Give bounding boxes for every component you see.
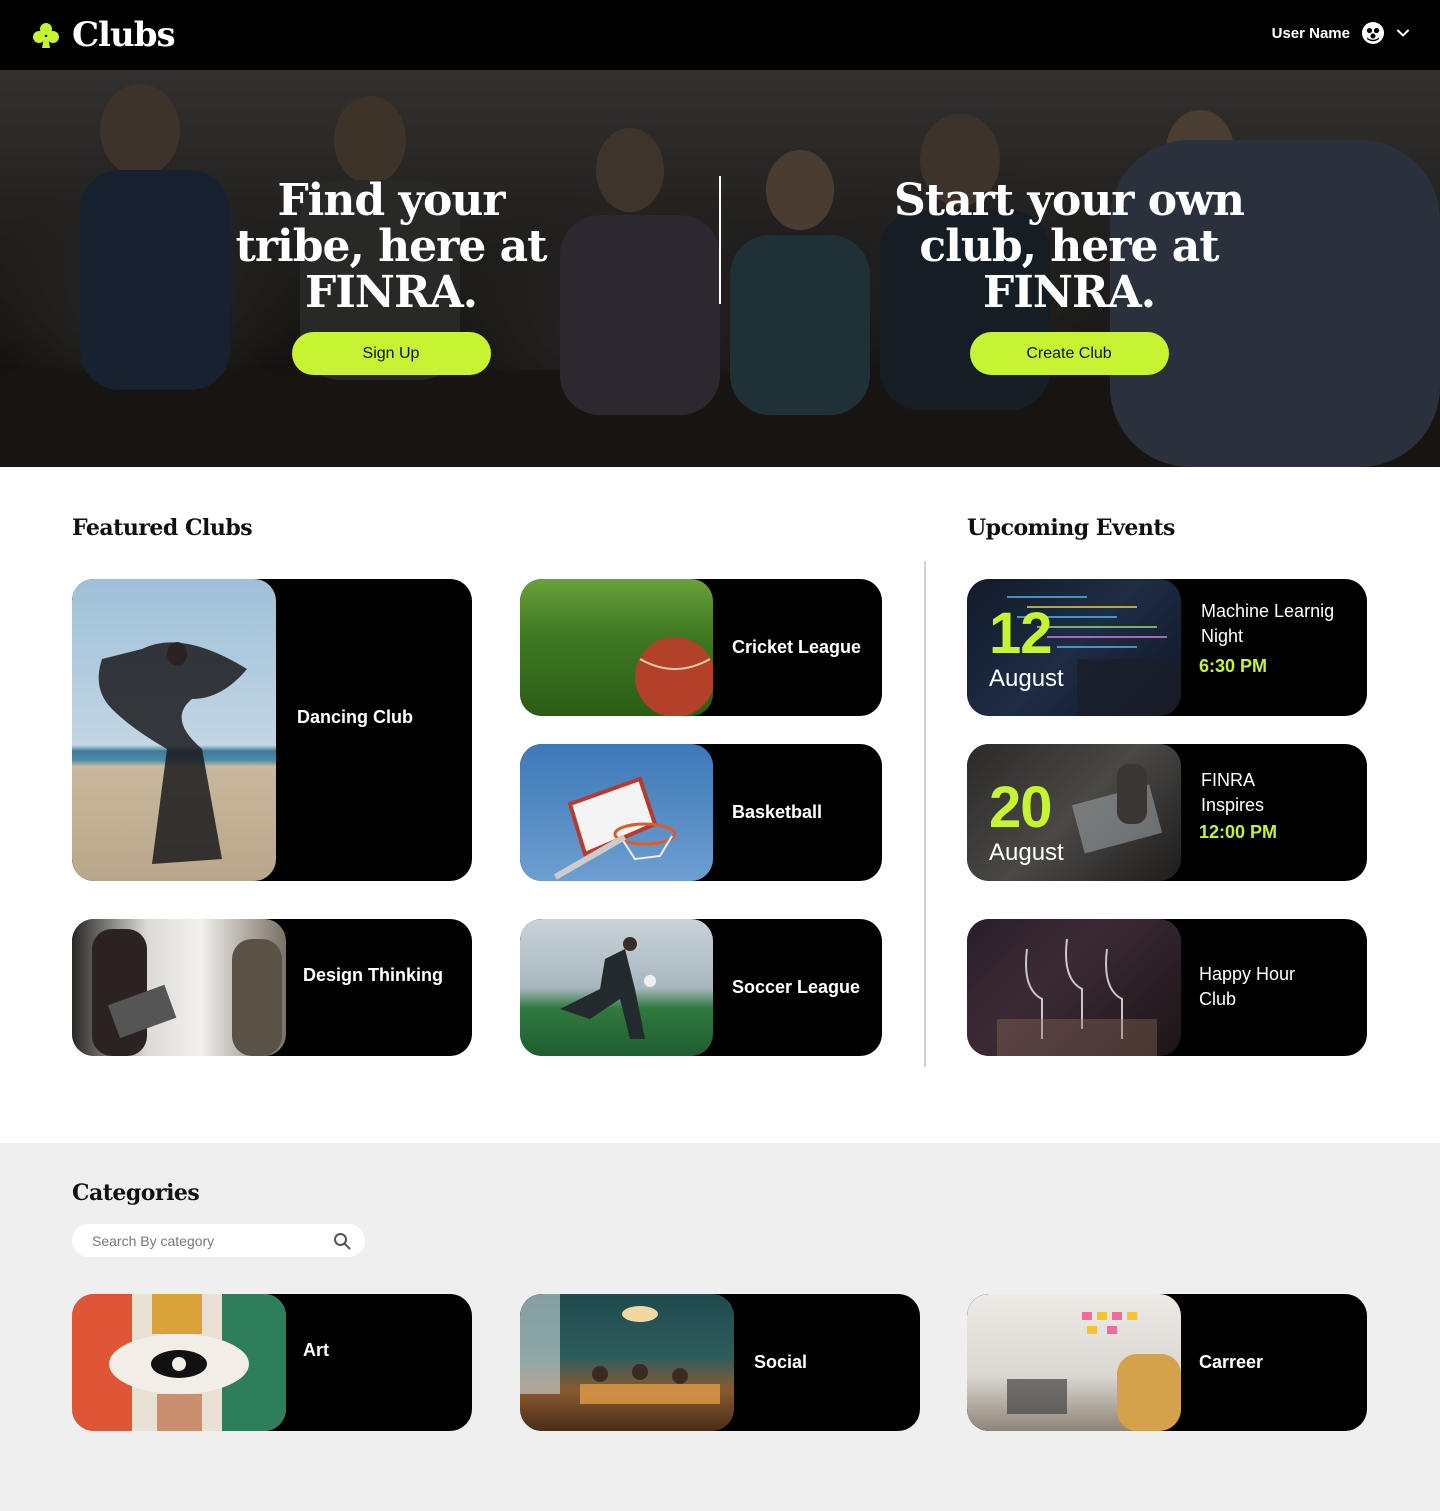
hero-join: Find your tribe, here at FINRA. Sign Up xyxy=(160,178,622,375)
event-name: Happy Hour Club xyxy=(1199,964,1296,1009)
event-image xyxy=(967,919,1181,1056)
search-icon[interactable] xyxy=(333,1232,351,1250)
event-name: Machine Learnig Night xyxy=(1201,601,1335,646)
club-name: Dancing Club xyxy=(297,707,413,727)
category-image xyxy=(72,1294,286,1431)
club-image xyxy=(520,579,713,716)
category-card-career[interactable]: Carreer xyxy=(967,1294,1367,1431)
hero-divider xyxy=(719,176,721,304)
category-image xyxy=(967,1294,1181,1431)
club-icon xyxy=(33,23,59,48)
event-card[interactable]: 12 August Machine Learnig Night 6:30 PM xyxy=(967,579,1367,716)
category-name: Carreer xyxy=(1199,1352,1264,1372)
section-divider xyxy=(924,561,926,1067)
cricket-ball xyxy=(635,637,713,716)
club-image xyxy=(520,744,713,881)
wine-glasses xyxy=(997,938,1157,1056)
avatar-icon xyxy=(1362,22,1384,44)
event-time: 12:00 PM xyxy=(1199,822,1278,842)
hero-create-title: Start your own club, here at FINRA. xyxy=(893,175,1245,318)
club-name: Design Thinking xyxy=(303,965,444,985)
category-search-input[interactable] xyxy=(92,1230,322,1252)
event-card[interactable]: Happy Hour Club xyxy=(967,919,1367,1056)
restaurant-scene xyxy=(520,1294,720,1404)
event-day: 12 xyxy=(989,601,1053,666)
event-day: 20 xyxy=(989,775,1053,840)
categories-title: Categories xyxy=(72,1180,200,1206)
event-month: August xyxy=(989,839,1064,866)
hero-join-title: Find your tribe, here at FINRA. xyxy=(235,175,548,318)
event-time: 6:30 PM xyxy=(1199,656,1268,676)
brand-name: Clubs xyxy=(72,15,176,55)
club-card-design-thinking[interactable]: Design Thinking xyxy=(72,919,472,1056)
top-navbar: Clubs User Name xyxy=(0,0,1440,70)
event-month: August xyxy=(989,665,1064,692)
create-club-button[interactable]: Create Club xyxy=(969,332,1169,375)
category-card-social[interactable]: Social xyxy=(520,1294,920,1431)
basketball-hoop xyxy=(553,776,677,880)
club-card-soccer[interactable]: Soccer League xyxy=(520,919,882,1056)
art-collage xyxy=(72,1294,286,1431)
featured-clubs-title: Featured Clubs xyxy=(72,515,253,541)
club-name: Basketball xyxy=(732,802,823,822)
office-meeting xyxy=(1007,1312,1181,1431)
category-name: Art xyxy=(303,1340,329,1360)
club-image xyxy=(520,919,713,1056)
event-name: FINRA Inspires xyxy=(1201,770,1265,815)
whiteboard-scene xyxy=(92,929,282,1056)
club-image xyxy=(72,579,276,881)
user-menu[interactable]: User Name xyxy=(1272,22,1410,44)
category-name: Social xyxy=(754,1352,808,1372)
club-card-basketball[interactable]: Basketball xyxy=(520,744,882,881)
upcoming-events-title: Upcoming Events xyxy=(967,515,1175,541)
soccer-player xyxy=(560,937,656,1039)
club-image xyxy=(72,919,286,1056)
dancer-figure xyxy=(98,642,248,864)
user-name: User Name xyxy=(1271,24,1350,42)
category-card-art[interactable]: Art xyxy=(72,1294,472,1431)
category-search xyxy=(72,1224,365,1257)
sign-up-button[interactable]: Sign Up xyxy=(291,332,491,375)
club-card-cricket[interactable]: Cricket League xyxy=(520,579,882,716)
hero-banner: Find your tribe, here at FINRA. Sign Up … xyxy=(0,70,1440,467)
club-card-dancing[interactable]: Dancing Club xyxy=(72,579,472,881)
chevron-down-icon[interactable] xyxy=(1396,26,1410,40)
category-image xyxy=(520,1294,734,1431)
event-card[interactable]: 20 August FINRA Inspires 12:00 PM xyxy=(967,744,1367,881)
club-name: Cricket League xyxy=(732,637,862,657)
club-name: Soccer League xyxy=(732,977,861,997)
brand[interactable]: Clubs xyxy=(32,15,176,55)
hero-create: Start your own club, here at FINRA. Crea… xyxy=(790,178,1348,375)
